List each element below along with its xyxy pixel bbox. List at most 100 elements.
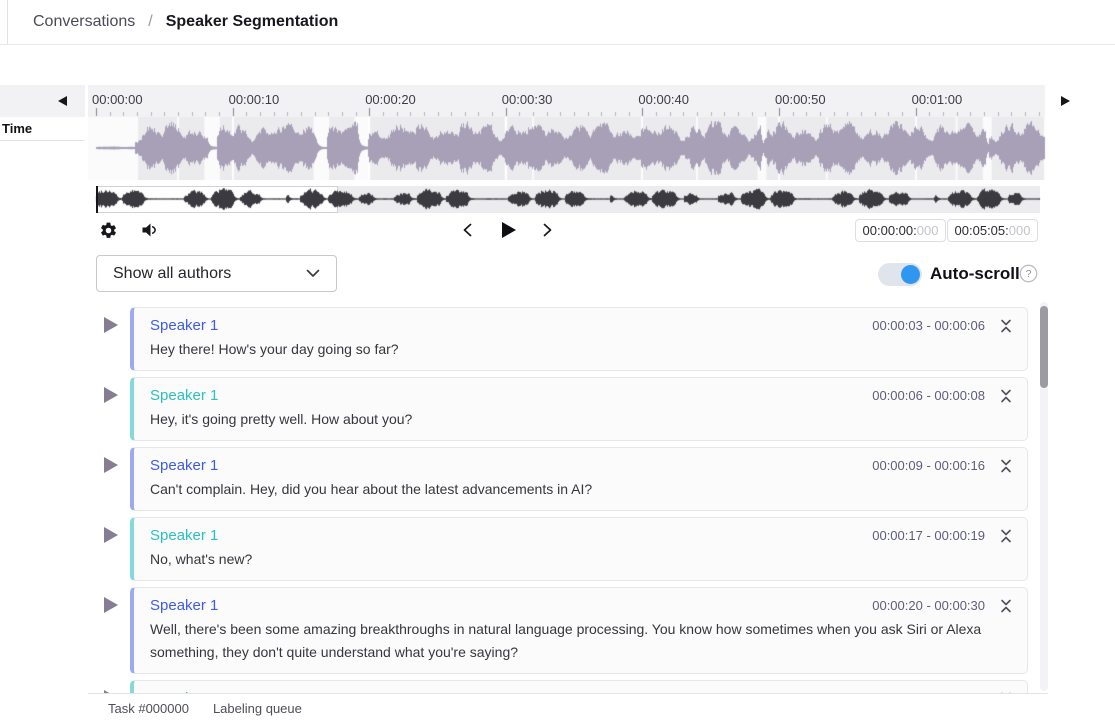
volume-up-icon [140, 221, 158, 239]
minimap-waveform-canvas [88, 186, 1048, 213]
speaker-segmentation-app: Conversations / Speaker Segmentation Tim… [0, 0, 1115, 722]
auto-scroll-help-button[interactable]: ? [1019, 264, 1038, 283]
scroll-timeline-left-button[interactable] [58, 96, 70, 108]
segment-play-button[interactable] [104, 457, 118, 474]
scroll-timeline-right-button[interactable] [1061, 96, 1073, 108]
queue-name-label: Labeling queue [213, 701, 302, 716]
segment-time-range: 00:00:03 - 00:00:06 [872, 318, 985, 333]
play-icon [502, 222, 516, 238]
list-scrollbar-thumb[interactable] [1040, 306, 1048, 388]
segment-card[interactable]: Speaker 1 00:00:03 - 00:00:06 Hey there!… [130, 307, 1028, 371]
segment-play-button[interactable] [104, 387, 118, 404]
tick-label: 00:00:40 [638, 92, 689, 107]
segments-list: Speaker 1 00:00:03 - 00:00:06 Hey there!… [88, 300, 1048, 693]
segment-speaker-label: Speaker 1 [150, 457, 218, 474]
breadcrumb-current-page: Speaker Segmentation [166, 13, 339, 31]
collapse-vertical-icon [999, 318, 1013, 334]
previous-region-button[interactable] [460, 222, 475, 238]
author-filter-selected-value: Show all authors [113, 265, 231, 283]
segment-collapse-button[interactable] [999, 598, 1013, 614]
segment-row: Speaker 1 00:00:03 - 00:00:06 Hey there!… [88, 307, 1048, 371]
segment-transcript-text: Hey there! How's your day going so far? [150, 338, 1013, 361]
play-icon [104, 527, 118, 543]
segment-collapse-button[interactable] [999, 528, 1013, 544]
segment-card[interactable]: Speaker 1 00:00:30 - 00:00:32 [130, 680, 1028, 693]
settings-button[interactable] [98, 220, 118, 240]
breadcrumb: Conversations / Speaker Segmentation [33, 0, 338, 44]
segment-transcript-text: Can't complain. Hey, did you hear about … [150, 478, 1013, 501]
tick-label: 00:01:00 [912, 92, 963, 107]
segment-speaker-label: Speaker 1 [150, 597, 218, 614]
segment-header: Speaker 1 00:00:09 - 00:00:16 [150, 456, 1013, 475]
tick-label: 00:00:20 [365, 92, 416, 107]
gear-icon [99, 221, 118, 240]
play-button[interactable] [501, 221, 517, 239]
segment-time-range: 00:00:17 - 00:00:19 [872, 528, 985, 543]
segment-row: Speaker 1 00:00:09 - 00:00:16 Can't comp… [88, 447, 1048, 511]
chevron-left-icon [461, 222, 474, 238]
list-scrollbar-track[interactable] [1040, 302, 1048, 691]
next-region-button[interactable] [540, 222, 555, 238]
segment-speaker-label: Speaker 1 [150, 317, 218, 334]
footer-bar: Task #000000 Labeling queue [88, 693, 1048, 722]
header-bar: Conversations / Speaker Segmentation [0, 0, 1115, 45]
play-icon [104, 457, 118, 473]
segment-row: Speaker 1 00:00:06 - 00:00:08 Hey, it's … [88, 377, 1048, 441]
segment-card[interactable]: Speaker 1 00:00:20 - 00:00:30 Well, ther… [130, 587, 1028, 674]
segment-collapse-button[interactable] [999, 458, 1013, 474]
segment-row: Speaker 1 00:00:30 - 00:00:32 [88, 680, 1048, 693]
svg-text:?: ? [1026, 268, 1032, 280]
segment-speaker-label: Speaker 1 [150, 387, 218, 404]
chevron-right-icon [541, 222, 554, 238]
breadcrumb-separator: / [148, 13, 152, 31]
collapse-vertical-icon [999, 598, 1013, 614]
breadcrumb-conversations[interactable]: Conversations [33, 13, 135, 31]
time-axis-label: Time [2, 121, 32, 136]
play-icon [104, 387, 118, 403]
segment-transcript-text: No, what's new? [150, 548, 1013, 571]
segment-header: Speaker 1 00:00:03 - 00:00:06 [150, 316, 1013, 335]
segment-time-range: 00:00:06 - 00:00:08 [872, 388, 985, 403]
segment-transcript-text: Hey, it's going pretty well. How about y… [150, 408, 1013, 431]
author-filter-select[interactable]: Show all authors [96, 255, 337, 292]
total-duration-field[interactable]: 00:05:05:000 [947, 219, 1038, 242]
segment-header: Speaker 1 00:00:17 - 00:00:19 [150, 526, 1013, 545]
segment-collapse-button[interactable] [999, 318, 1013, 334]
play-icon [104, 597, 118, 613]
toggle-knob [901, 265, 920, 284]
segment-transcript-text: Well, there's been some amazing breakthr… [150, 618, 1013, 664]
segment-collapse-button[interactable] [999, 388, 1013, 404]
segment-play-button[interactable] [104, 597, 118, 614]
segment-card[interactable]: Speaker 1 00:00:17 - 00:00:19 No, what's… [130, 517, 1028, 581]
segment-row: Speaker 1 00:00:20 - 00:00:30 Well, ther… [88, 587, 1048, 674]
tick-label: 00:00:50 [775, 92, 826, 107]
segment-header: Speaker 1 00:00:20 - 00:00:30 [150, 596, 1013, 615]
collapse-vertical-icon [999, 388, 1013, 404]
segment-play-button[interactable] [104, 527, 118, 544]
play-icon [104, 317, 118, 333]
tick-label: 00:00:10 [229, 92, 280, 107]
time-axis-divider [0, 140, 85, 141]
current-time-field[interactable]: 00:00:00:000 [855, 219, 946, 242]
auto-scroll-toggle[interactable] [878, 263, 922, 286]
collapse-vertical-icon [999, 458, 1013, 474]
timeline-waveform[interactable]: 00:00:0000:00:1000:00:2000:00:3000:00:40… [88, 85, 1048, 180]
total-time-value: 00:05:05 [955, 223, 1006, 238]
current-time-ms: 000 [917, 223, 939, 238]
collapse-vertical-icon [999, 528, 1013, 544]
volume-button[interactable] [139, 220, 159, 240]
total-time-ms: 000 [1009, 223, 1031, 238]
segment-speaker-label: Speaker 1 [150, 527, 218, 544]
triangle-right-icon [1061, 96, 1070, 106]
question-circle-icon: ? [1019, 264, 1038, 283]
segment-card[interactable]: Speaker 1 00:00:06 - 00:00:08 Hey, it's … [130, 377, 1028, 441]
playhead-marker[interactable] [96, 186, 98, 213]
segment-card[interactable]: Speaker 1 00:00:09 - 00:00:16 Can't comp… [130, 447, 1028, 511]
audio-overview-minimap[interactable] [88, 186, 1048, 213]
segment-time-range: 00:00:09 - 00:00:16 [872, 458, 985, 473]
tick-label: 00:00:30 [502, 92, 553, 107]
current-time-value: 00:00:00 [863, 223, 914, 238]
segment-play-button[interactable] [104, 317, 118, 334]
chevron-down-icon [306, 269, 320, 278]
auto-scroll-label: Auto-scroll [930, 264, 1020, 284]
